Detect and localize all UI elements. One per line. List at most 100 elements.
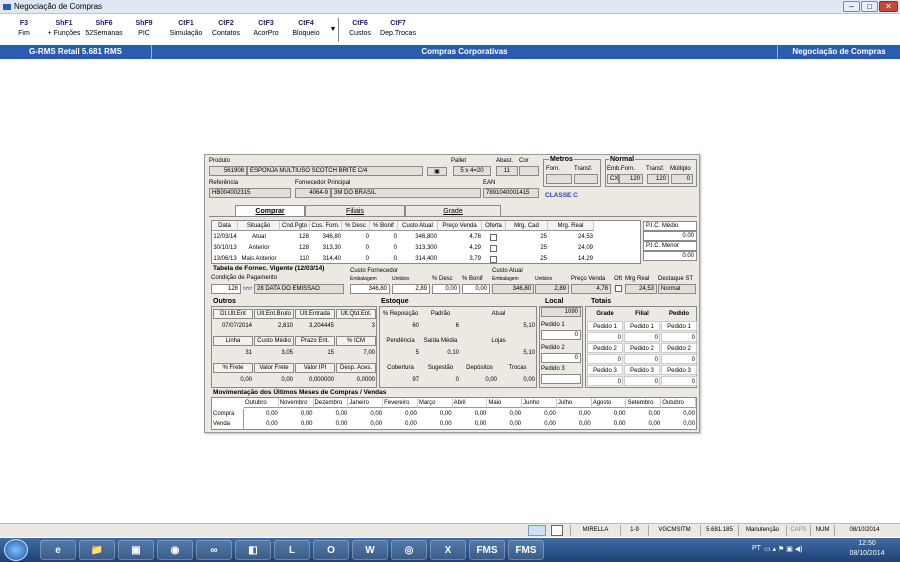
oferta-checkbox[interactable] (490, 256, 497, 263)
fkey-label: Simulação (169, 30, 203, 37)
taskbar-excel-icon[interactable]: X (430, 540, 466, 560)
totais-cell[interactable]: 0 (624, 332, 660, 342)
fkey-dep-trocas-button[interactable]: CtF7 Dep.Trocas (378, 19, 418, 39)
movimentacao-cell: 0,00 (613, 421, 626, 427)
desc-field[interactable]: 0,00 (432, 284, 460, 294)
taskbar-app-icon[interactable]: ∞ (196, 540, 232, 560)
function-key-bar: F3 Fim ShF1 + Funções ShF6 52Semanas ShF9 PIC Ct… (0, 15, 900, 45)
fkey-acorpro-button[interactable]: CtF3 AcorPro (246, 19, 286, 39)
fkey-code: ShF6 (95, 20, 113, 27)
taskbar-word-icon[interactable]: W (352, 540, 388, 560)
minimize-button[interactable]: – (843, 1, 860, 12)
outros-title: Outros (213, 298, 236, 305)
ca-unit-field: 2,89 (535, 284, 569, 294)
unitario-label: Unitário (392, 276, 410, 282)
taskbar-network-icon[interactable]: ◎ (391, 540, 427, 560)
movimentacao-grid: Outubro Novembro Dezembro Janeiro Fevereiro M… (211, 397, 697, 430)
totais-cell[interactable]: 0 (661, 376, 697, 386)
binoculars-icon[interactable]: ▣ (427, 167, 447, 176)
history-cell: 24,09 (577, 245, 593, 251)
ca-emb-field: 346,80 (492, 284, 534, 294)
start-button-icon[interactable] (4, 539, 28, 561)
taskbar-fms-app-icon[interactable]: FMS (508, 540, 544, 560)
estoque-value: 0 (455, 377, 459, 383)
outros-value: 0,00 (281, 377, 293, 383)
history-cell: 313,300 (415, 245, 437, 251)
status-user: MIRELLA (570, 525, 620, 536)
local-pedido3-field[interactable] (541, 374, 581, 384)
local-pedido2-field[interactable]: 0 (541, 353, 581, 363)
totais-cell[interactable]: 0 (661, 332, 697, 342)
fkey-code: F3 (19, 20, 29, 27)
history-cell: 314,40 (322, 256, 341, 262)
estoque-label: Depósitos (466, 365, 493, 371)
totais-cell: Pedido 2 (661, 343, 697, 353)
fkey--fun-es-button[interactable]: ShF1 + Funções (44, 19, 84, 39)
fkey-custos-button[interactable]: CtF6 Custos (340, 19, 380, 39)
taskbar-chrome-icon[interactable]: ◉ (157, 540, 193, 560)
preco-venda-label: Preço Venda (571, 276, 606, 282)
taskbar-ie-icon[interactable]: e (40, 540, 76, 560)
history-cell: 13/06/13 (213, 256, 237, 262)
taskbar-lync-icon[interactable]: L (274, 540, 310, 560)
taskbar-media-icon[interactable]: ▣ (118, 540, 154, 560)
clock-date[interactable]: 08/10/2014 (842, 550, 892, 557)
pic-medio-label: P.I.C. Médio (643, 221, 697, 231)
custo-unit-field[interactable]: 2,89 (392, 284, 430, 294)
fkey-pic-button[interactable]: ShF9 PIC (124, 19, 164, 39)
history-header-7: Preço Venda (438, 221, 482, 231)
bloqueio-dropdown-icon[interactable]: ▼ (328, 25, 338, 35)
custo-emb-field[interactable]: 346,80 (350, 284, 390, 294)
history-header-3: Cus. Forn. (310, 221, 342, 231)
totais-cell[interactable]: 0 (587, 376, 623, 386)
oferta-checkbox[interactable] (490, 245, 497, 252)
totais-cell: Pedido 1 (624, 321, 660, 331)
outros-value: 3,204445 (308, 323, 334, 329)
fkey-bloqueio-button[interactable]: CtF4 Bloqueio (286, 19, 326, 39)
outros-value: 3 (371, 323, 375, 329)
month-header: Março (417, 398, 453, 408)
referencia-field: HB004002315 (209, 188, 291, 198)
month-header: Outubro (661, 398, 696, 408)
taskbar-outlook-icon[interactable]: O (313, 540, 349, 560)
totais-cell[interactable]: 0 (624, 354, 660, 364)
ca-unitario-label: Unitário (535, 276, 553, 282)
history-cell: Mais Anterior (241, 256, 277, 262)
cond-code-field[interactable]: 128 (211, 284, 241, 294)
local-pedido1-field[interactable]: 0 (541, 330, 581, 340)
taskbar-fms-app-icon[interactable]: FMS (469, 540, 505, 560)
produto-label: Produto (209, 158, 231, 164)
language-indicator[interactable]: PT (752, 545, 761, 552)
close-button[interactable]: ✕ (879, 1, 898, 12)
totais-cell[interactable]: 0 (624, 376, 660, 386)
totais-cell[interactable]: 0 (587, 354, 623, 364)
fkey-contatos-button[interactable]: CtF2 Contatos (206, 19, 246, 39)
outros-value: 2,810 (277, 323, 293, 329)
totais-cell: Pedido 1 (661, 321, 697, 331)
clock-time[interactable]: 12:50 (842, 540, 892, 547)
taskbar-chat-icon[interactable]: ◧ (235, 540, 271, 560)
binoculars-icon[interactable]: 👓 (242, 284, 253, 294)
outros-label: Últ.Ent.Bruto (254, 309, 294, 319)
outros-label: % ICM (336, 336, 376, 346)
fkey-simula-o-button[interactable]: CtF1 Simulação (166, 19, 206, 39)
taskbar-explorer-icon[interactable]: 📁 (79, 540, 115, 560)
tray-icons[interactable]: ▭ ▴ ⚑ ▣ ◀) (764, 545, 803, 553)
history-cell: 0 (393, 245, 397, 251)
bonif-field[interactable]: 0,00 (462, 284, 490, 294)
fkey-52semanas-button[interactable]: ShF6 52Semanas (84, 19, 124, 39)
totais-cell[interactable]: 0 (661, 354, 697, 364)
oferta-checkbox[interactable] (615, 285, 622, 292)
fornecedor-name-field: 3M DO BRASIL (331, 188, 481, 198)
movimentacao-cell: 0,00 (439, 421, 452, 427)
local-pedido2-label: Pedido 2 (541, 345, 565, 351)
oferta-checkbox[interactable] (490, 234, 497, 241)
totais-cell[interactable]: 0 (587, 332, 623, 342)
fkey-fim-button[interactable]: F3 Fim (4, 19, 44, 39)
maximize-button[interactable]: □ (861, 1, 878, 12)
outros-label: Desp. Aces. (336, 363, 376, 373)
history-header-9: Mrg. Cad (506, 221, 548, 231)
produto-code-field[interactable]: 561908 (209, 166, 247, 176)
fornecedor-code-field: 4064-9 (295, 188, 331, 198)
totais-header: Filial (635, 311, 649, 317)
